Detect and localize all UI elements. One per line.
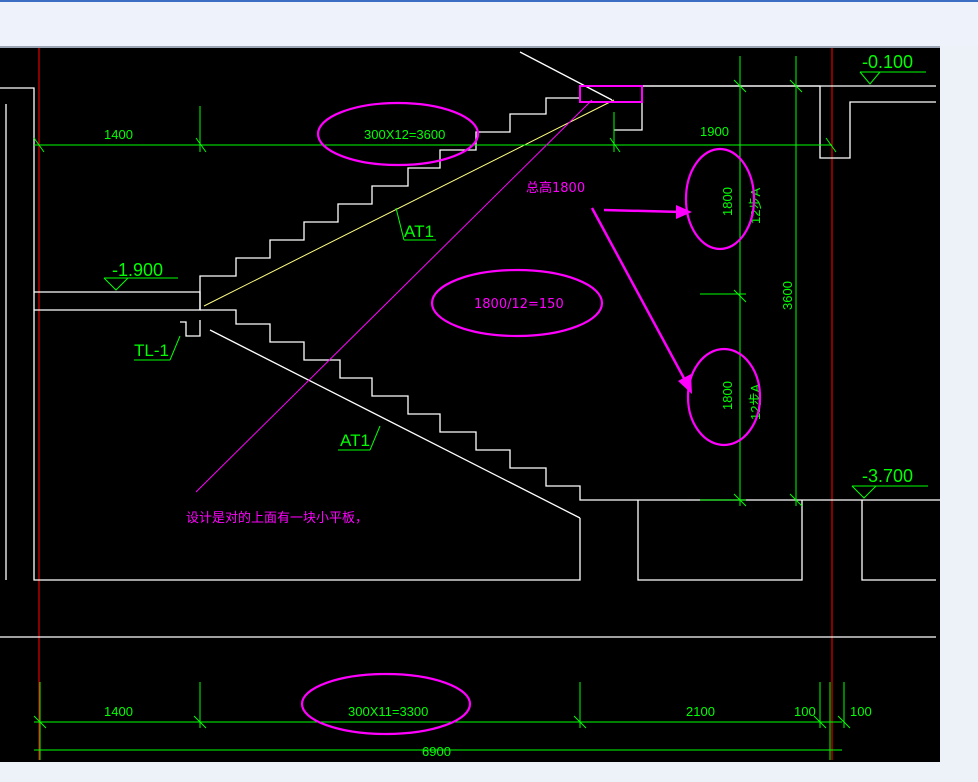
lower-flight-soffit [209, 329, 581, 519]
elevation-bottom: -3.700 [862, 466, 913, 486]
leader-at1-upper [395, 207, 405, 241]
vert-dim-lower: 1800 [720, 381, 735, 410]
label-at1-lower: AT1 [340, 431, 370, 450]
note-total-height: 总高1800 [526, 180, 585, 196]
beam-tl1 [180, 320, 201, 337]
bottom-dim-left: 1400 [104, 704, 133, 719]
bottom-dim-overall: 6900 [422, 744, 451, 759]
bottom-dim-stairs: 300X11=3300 [348, 704, 428, 719]
elevation-top: -0.100 [862, 52, 913, 72]
label-at1-upper: AT1 [404, 222, 434, 241]
vert-dim-upper: 1800 [720, 187, 735, 216]
bottom-dim-gap2: 100 [850, 704, 872, 719]
arrow-head-lower [678, 374, 692, 394]
annotation-texts: 总高1800 1800/12=150 设计是对的上面有一块小平板， [186, 180, 585, 526]
upper-flight-soffit [519, 51, 613, 101]
stair-section-drawing: 1400 300X12=3600 1900 1400 300X11=3300 2… [0, 48, 940, 760]
dimension-texts: 1400 300X12=3600 1900 1400 300X11=3300 2… [104, 124, 872, 759]
vert-dim-upper-steps: 12步A [748, 188, 763, 224]
top-landing-lower [614, 101, 643, 131]
top-dim-right: 1900 [700, 124, 729, 139]
arrow-head-upper [676, 205, 692, 219]
bottom-dim-right: 2100 [686, 704, 715, 719]
bottom-dim-gap1: 100 [794, 704, 816, 719]
foundation-block-1 [637, 500, 803, 581]
elevation-left: -1.900 [112, 260, 163, 280]
dimension-lines [33, 56, 928, 760]
landing-slab [34, 291, 201, 311]
vert-dim-total: 3600 [780, 281, 795, 310]
arrow-to-lower [590, 207, 688, 383]
top-dim-stairs: 300X12=3600 [364, 127, 445, 142]
label-tl1: TL-1 [134, 341, 169, 360]
top-landing [580, 85, 936, 159]
note-riser-calc: 1800/12=150 [474, 297, 564, 312]
arrow-to-upper [603, 208, 683, 214]
note-comment: 设计是对的上面有一块小平板， [186, 510, 368, 526]
axis-lines [38, 48, 833, 760]
comment-leader [195, 99, 593, 493]
foundation-block-2 [861, 500, 936, 581]
top-dim-left: 1400 [104, 127, 133, 142]
lower-flight-steps [200, 309, 940, 501]
